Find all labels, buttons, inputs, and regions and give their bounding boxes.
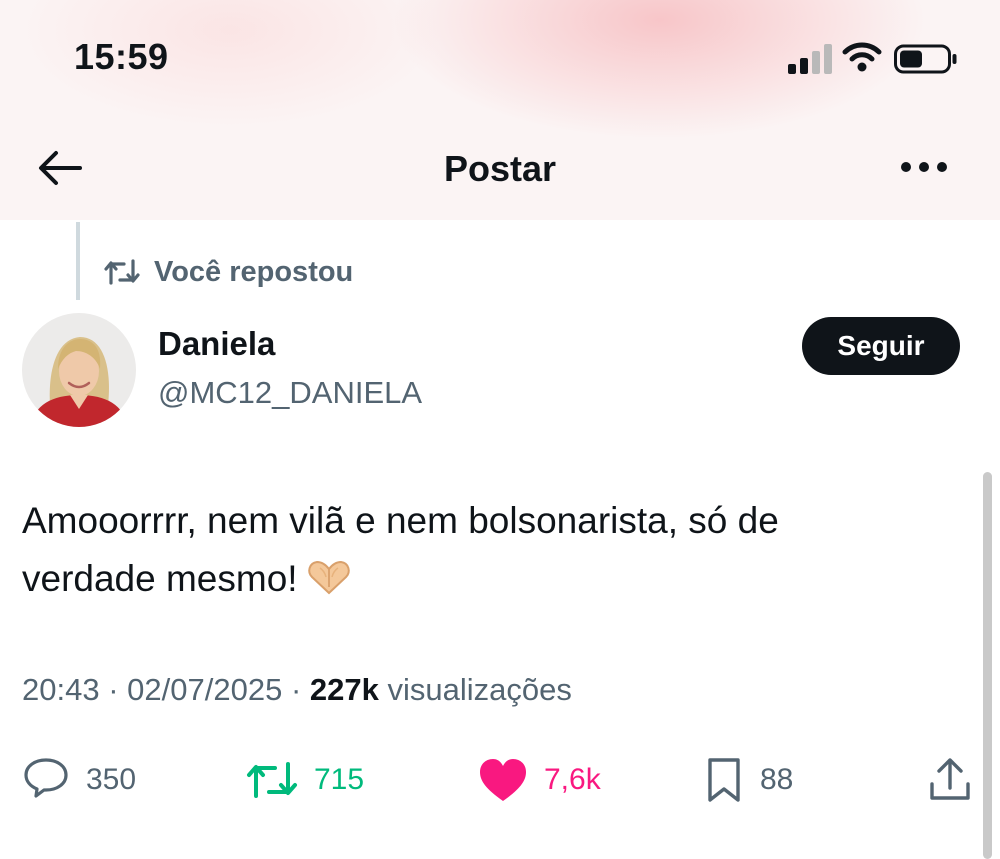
reply-button[interactable]: 350 [22, 748, 136, 812]
repost-label: Você repostou [154, 255, 354, 288]
wifi-icon [842, 42, 882, 72]
follow-button[interactable]: Seguir [802, 317, 960, 375]
views-count[interactable]: 227k [310, 672, 379, 707]
like-button[interactable]: 7,6k [478, 748, 601, 812]
avatar[interactable] [22, 313, 136, 427]
bookmark-count: 88 [760, 763, 794, 796]
meta-separator: · [108, 672, 119, 707]
heart-icon [480, 759, 526, 801]
retweet-icon [247, 762, 297, 798]
battery-icon [894, 44, 957, 74]
cellular-signal-icon [788, 44, 832, 74]
status-time: 15:59 [74, 36, 169, 77]
scrollbar[interactable] [983, 472, 992, 859]
tweet-text: Amooorrrr, nem vilã e nem bolsonarista, … [22, 492, 952, 608]
thread-connector-line [76, 222, 80, 300]
author-name[interactable]: Daniela [158, 325, 275, 363]
top-navigation: Postar [0, 130, 1000, 210]
author-handle[interactable]: @MC12_DANIELA [158, 375, 422, 411]
tweet-date[interactable]: 02/07/2025 [127, 672, 282, 707]
tweet-time[interactable]: 20:43 [22, 672, 100, 707]
tweet-text-line: Amooorrrr, nem vilã e nem bolsonarista, … [22, 500, 779, 541]
repost-indicator: Você repostou [104, 252, 353, 292]
reply-icon [24, 758, 68, 798]
more-options-icon[interactable] [898, 154, 950, 180]
tweet-actions: 350 715 7,6k 88 [0, 748, 1000, 812]
heart-hands-emoji [307, 560, 350, 595]
like-count: 7,6k [544, 763, 601, 796]
meta-separator: · [290, 672, 302, 707]
share-button[interactable] [928, 748, 972, 812]
bookmark-icon [708, 758, 740, 802]
reply-count: 350 [86, 763, 137, 796]
tweet-metadata: 20:43 · 02/07/2025 · 227k visualizações [22, 672, 572, 708]
retweet-count: 715 [314, 763, 365, 796]
share-icon [930, 758, 970, 800]
tweet-text-line: verdade mesmo! [22, 558, 298, 599]
retweet-button[interactable]: 715 [246, 748, 364, 812]
page-title: Postar [443, 148, 557, 189]
views-label: visualizações [387, 672, 572, 707]
retweet-icon [104, 259, 140, 285]
bookmark-button[interactable]: 88 [704, 748, 793, 812]
status-bar: 15:59 [0, 0, 1000, 120]
